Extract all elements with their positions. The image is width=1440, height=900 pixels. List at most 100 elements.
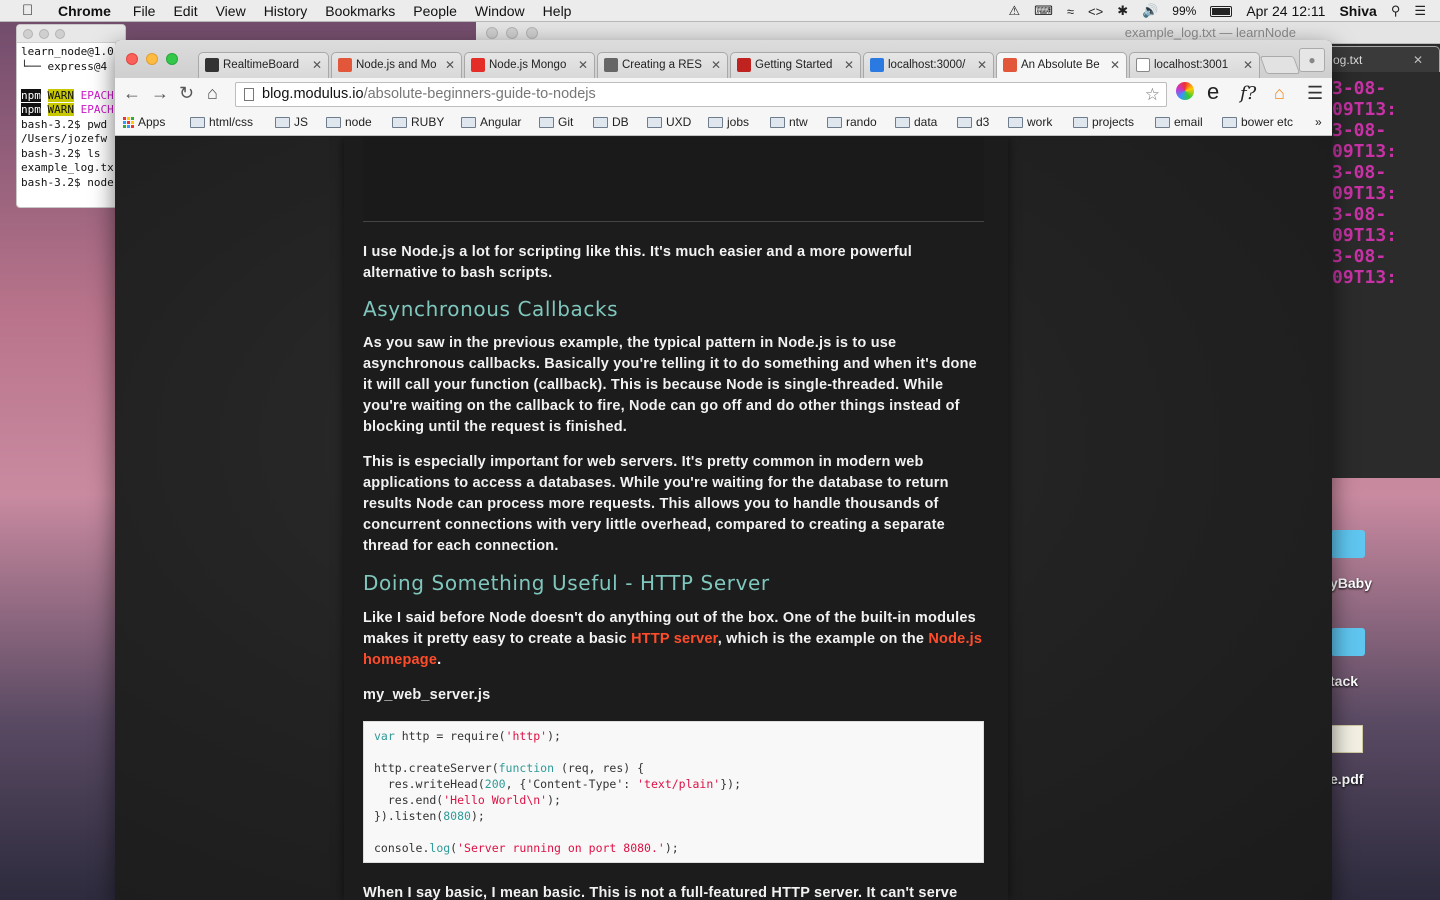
close-tab-icon[interactable]: ✕ — [844, 53, 854, 77]
bookmark-folder[interactable]: jobs — [708, 115, 749, 129]
address-bar[interactable]: blog.modulus.io/absolute-beginners-guide… — [235, 82, 1167, 107]
desktop-icon-label[interactable]: e.pdf — [1330, 771, 1363, 787]
folder-icon[interactable] — [1331, 530, 1365, 558]
terminal-line: bash-3.2$ pwd — [21, 117, 108, 131]
chrome-menu-icon[interactable]: ☰ — [1307, 83, 1323, 104]
bookmark-folder[interactable]: rando — [827, 115, 877, 129]
home-icon[interactable]: ⌂ — [207, 83, 218, 104]
battery-icon[interactable] — [1210, 5, 1233, 17]
folder-icon — [1073, 116, 1088, 128]
new-tab-button[interactable] — [1259, 56, 1301, 74]
bookmark-folder[interactable]: email — [1155, 115, 1203, 129]
page-viewport[interactable]: I use Node.js a lot for scripting like t… — [115, 137, 1332, 900]
log-lines: 3-08-09T13: 3-08-09T13: 3-08-09T13: 3-08… — [1332, 78, 1440, 288]
bookmark-folder[interactable]: work — [1008, 115, 1052, 129]
url-host: blog.modulus.io — [262, 86, 364, 102]
editor-tab[interactable]: og.txt ✕ — [1326, 46, 1440, 72]
close-tab-icon[interactable]: ✕ — [977, 53, 987, 77]
user-name[interactable]: Shiva — [1339, 3, 1376, 19]
bookmark-folder[interactable]: node — [326, 115, 372, 129]
close-tab-icon[interactable]: ✕ — [1110, 53, 1120, 77]
terminal-line: └── express@4 — [21, 59, 108, 73]
bookmark-folder[interactable]: bower etc — [1222, 115, 1293, 129]
folder-icon[interactable] — [1331, 628, 1365, 656]
terminal-window[interactable]: learn_node@1.0 └── express@4 npm WARN EPA… — [16, 24, 126, 208]
bookmark-folder[interactable]: projects — [1073, 115, 1134, 129]
close-tab-icon[interactable]: ✕ — [1243, 53, 1253, 77]
wifi-icon[interactable]: ≈ — [1067, 4, 1074, 19]
menu-edit[interactable]: Edit — [173, 3, 197, 19]
code-line: res.end('Hello World\n'); — [374, 793, 561, 807]
window-minimize-button[interactable] — [146, 53, 158, 65]
tag-extension-icon[interactable]: ⌂ — [1274, 83, 1285, 104]
warning-icon[interactable]: ⚠ — [1008, 3, 1020, 19]
tab-absolute-beginners[interactable]: An Absolute Be ✕ — [996, 52, 1127, 78]
function-extension-icon[interactable]: f? — [1240, 83, 1256, 104]
reload-icon[interactable]: ↻ — [179, 83, 194, 104]
tab-getting-started[interactable]: Getting Started ✕ — [730, 52, 861, 78]
folder-icon — [275, 116, 290, 128]
close-icon[interactable]: ✕ — [1413, 47, 1423, 72]
desktop-icon-label[interactable]: tack — [1330, 673, 1358, 689]
volume-icon[interactable]: 🔊 — [1142, 3, 1158, 19]
close-tab-icon[interactable]: ✕ — [578, 53, 588, 77]
tab-youtube-nodejs-mongo[interactable]: Node.js Mongo ✕ — [464, 52, 595, 78]
bookmark-folder[interactable]: data — [895, 115, 937, 129]
bookmark-apps[interactable]: Apps — [123, 115, 165, 129]
menu-bookmarks[interactable]: Bookmarks — [325, 3, 395, 19]
link-http-server[interactable]: HTTP server — [631, 631, 718, 647]
code-block[interactable]: var http = require('http'); http.createS… — [363, 721, 984, 863]
close-tab-icon[interactable]: ✕ — [445, 53, 455, 77]
browser-toolbar: ← → ↻ ⌂ blog.modulus.io/absolute-beginne… — [115, 78, 1332, 110]
bookmark-folder[interactable]: UXD — [647, 115, 691, 129]
menu-window[interactable]: Window — [475, 3, 525, 19]
menu-view[interactable]: View — [216, 3, 246, 19]
bookmark-folder[interactable]: html/css — [190, 115, 253, 129]
folder-icon — [827, 116, 842, 128]
bluetooth-icon[interactable]: ✱ — [1117, 3, 1128, 19]
bookmark-folder[interactable]: Angular — [461, 115, 521, 129]
bookmark-folder[interactable]: JS — [275, 115, 308, 129]
log-line: 3-08-09T13: — [1332, 204, 1398, 246]
heading-asynchronous-callbacks: Asynchronous Callbacks — [363, 297, 619, 321]
bookmark-folder[interactable]: RUBY — [392, 115, 444, 129]
pdf-file-icon[interactable] — [1331, 725, 1363, 753]
apple-menu-icon[interactable]:  — [22, 2, 44, 19]
desktop-icon-label[interactable]: yBaby — [1330, 575, 1372, 591]
code-line: var http = require('http'); — [374, 729, 561, 743]
tab-localhost-3001[interactable]: localhost:3001 ✕ — [1129, 52, 1260, 78]
bookmark-folder[interactable]: Git — [539, 115, 573, 129]
notification-center-icon[interactable]: ☰ — [1414, 3, 1426, 19]
chrome-window[interactable]: RealtimeBoard ✕ Node.js and Mo ✕ Node.js… — [115, 40, 1332, 900]
bookmark-folder[interactable]: d3 — [957, 115, 989, 129]
menu-help[interactable]: Help — [543, 3, 572, 19]
tab-realtimeboard[interactable]: RealtimeBoard ✕ — [198, 52, 329, 78]
bookmarks-bar: Apps html/css JS node RUBY Angular Git D… — [115, 110, 1332, 136]
window-zoom-button[interactable] — [166, 53, 178, 65]
spotlight-search-icon[interactable]: ⚲ — [1391, 3, 1401, 19]
menu-app-chrome[interactable]: Chrome — [58, 3, 111, 19]
close-tab-icon[interactable]: ✕ — [711, 53, 721, 77]
forward-arrow-icon[interactable]: → — [151, 83, 169, 104]
clock[interactable]: Apr 24 12:11 — [1246, 3, 1325, 19]
bookmark-folder[interactable]: ntw — [770, 115, 808, 129]
tab-nodejs-and-mongo[interactable]: Node.js and Mo ✕ — [331, 52, 462, 78]
menu-history[interactable]: History — [264, 3, 308, 19]
window-close-button[interactable] — [126, 53, 138, 65]
tab-localhost-3000[interactable]: localhost:3000/ ✕ — [863, 52, 994, 78]
tab-creating-a-rest[interactable]: Creating a RES ✕ — [597, 52, 728, 78]
evernote-extension-icon[interactable]: e — [1207, 79, 1219, 105]
menu-bar:  Chrome File Edit View History Bookmark… — [0, 0, 1440, 22]
close-tab-icon[interactable]: ✕ — [312, 53, 322, 77]
code-icon[interactable]: <> — [1088, 4, 1103, 19]
bookmark-folder[interactable]: DB — [593, 115, 629, 129]
menu-file[interactable]: File — [133, 3, 156, 19]
bookmark-star-icon[interactable]: ☆ — [1145, 83, 1160, 106]
folder-icon — [895, 116, 910, 128]
bookmarks-overflow-chevron-icon[interactable]: » — [1315, 115, 1322, 129]
profile-avatar-icon[interactable]: ● — [1299, 48, 1325, 72]
back-arrow-icon[interactable]: ← — [123, 83, 141, 104]
keyboard-icon[interactable]: ⌨ — [1034, 3, 1053, 19]
color-picker-extension-icon[interactable] — [1176, 82, 1194, 100]
menu-people[interactable]: People — [413, 3, 457, 19]
